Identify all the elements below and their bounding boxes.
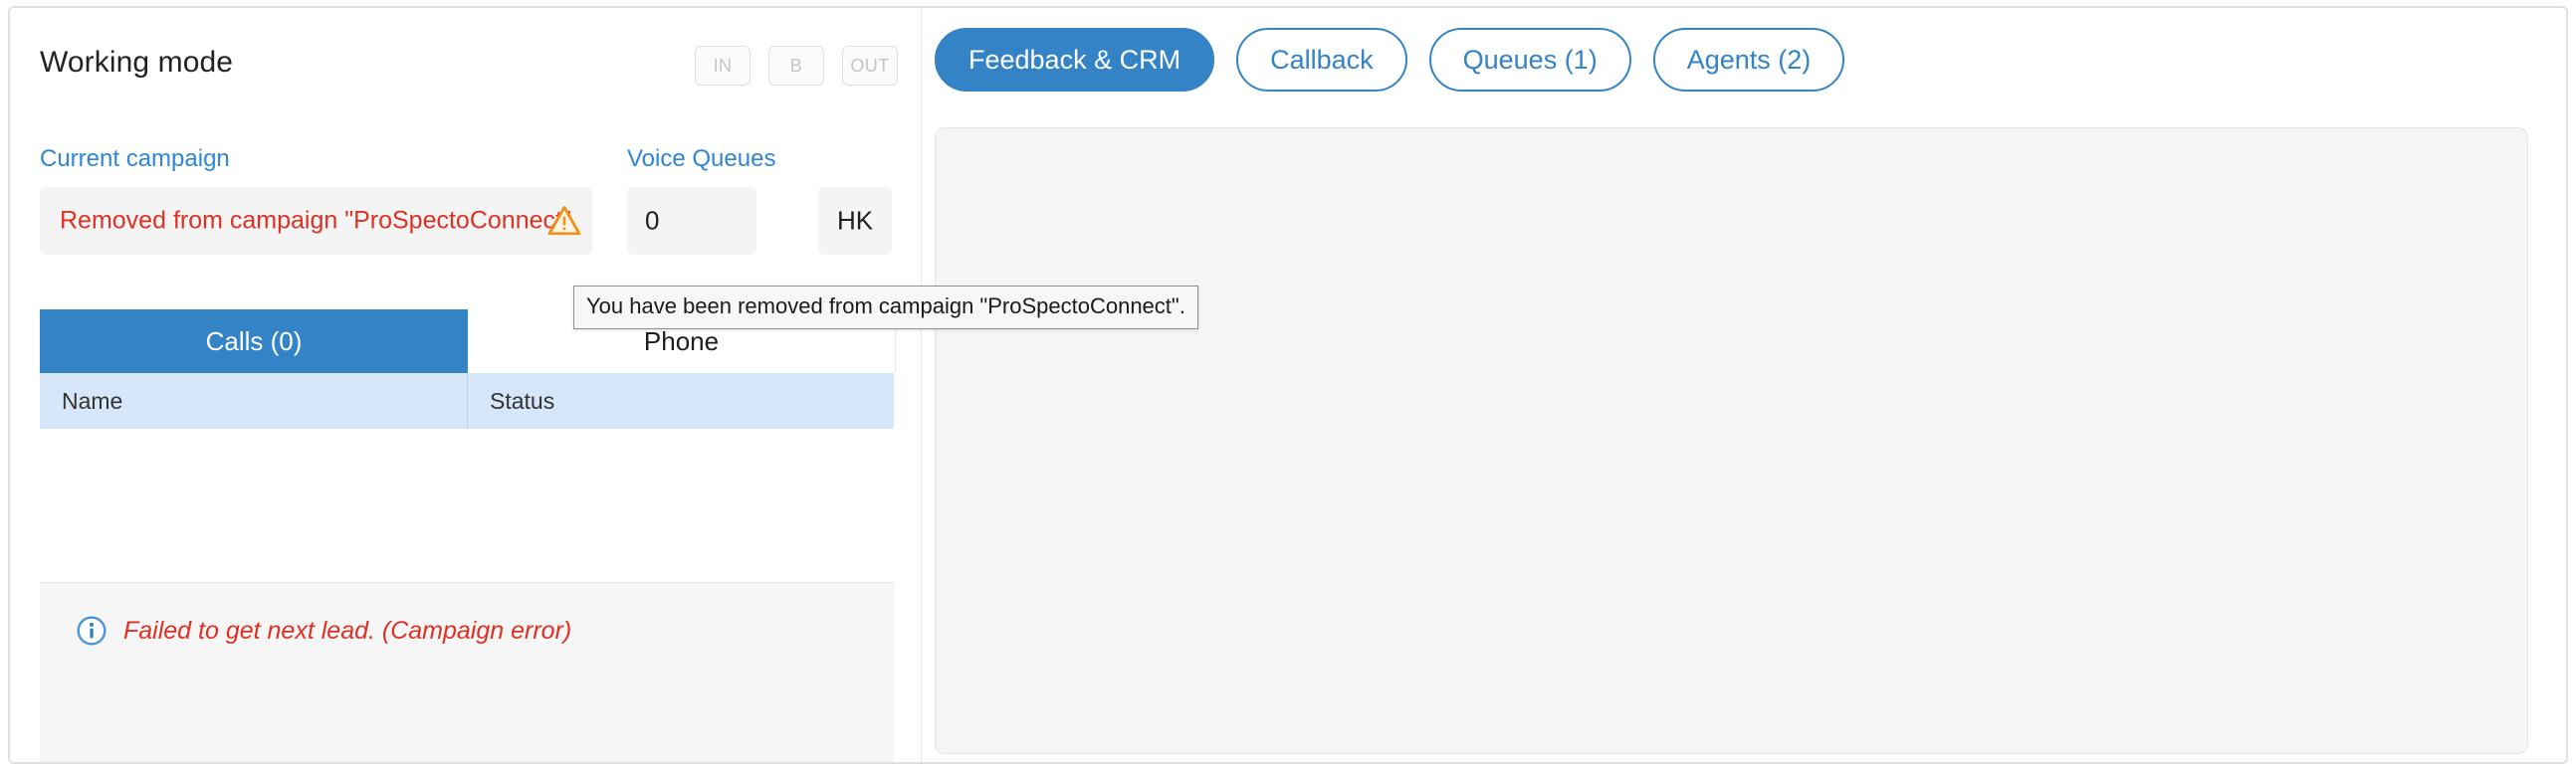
tab-feedback-crm[interactable]: Feedback & CRM — [935, 28, 1215, 92]
tab-queues[interactable]: Queues (1) — [1428, 28, 1631, 92]
lead-error-text: Failed to get next lead. (Campaign error… — [123, 616, 572, 645]
left-panel: Working mode IN B OUT Current campaign R… — [10, 8, 921, 762]
tab-agents[interactable]: Agents (2) — [1652, 28, 1845, 92]
voice-queues-label: Voice Queues — [627, 145, 776, 172]
calls-card: Calls (0) Phone Name Status Failed to ge… — [40, 309, 896, 762]
working-mode-in-button[interactable]: IN — [695, 46, 751, 86]
campaign-removed-tooltip: You have been removed from campaign "Pro… — [573, 286, 1198, 329]
right-panel-content — [935, 127, 2528, 754]
right-tab-bar: Feedback & CRM Callback Queues (1) Agent… — [935, 28, 1845, 92]
app-window: Working mode IN B OUT Current campaign R… — [8, 6, 2568, 764]
tab-callback[interactable]: Callback — [1236, 28, 1407, 92]
working-mode-button-group: IN B OUT — [695, 46, 898, 86]
calls-table-body — [40, 429, 894, 583]
working-mode-out-button[interactable]: OUT — [842, 46, 898, 86]
tab-calls[interactable]: Calls (0) — [40, 309, 468, 373]
hk-field[interactable]: HK — [818, 187, 892, 255]
info-circle-icon — [77, 616, 107, 646]
voice-queues-value: 0 — [645, 205, 660, 236]
column-header-name: Name — [40, 373, 468, 429]
current-campaign-label: Current campaign — [40, 145, 230, 172]
voice-queues-field[interactable]: 0 — [627, 187, 756, 255]
working-mode-row: Working mode IN B OUT — [32, 40, 898, 92]
hk-value: HK — [836, 205, 874, 236]
working-mode-b-button[interactable]: B — [768, 46, 824, 86]
warning-triangle-icon[interactable] — [546, 203, 582, 239]
page-title: Working mode — [40, 46, 234, 79]
current-campaign-field[interactable]: Removed from campaign "ProSpectoConnect"… — [40, 187, 592, 255]
calls-footer: Failed to get next lead. (Campaign error… — [40, 583, 894, 762]
current-campaign-value: Removed from campaign "ProSpectoConnect"… — [60, 206, 577, 235]
right-panel: Feedback & CRM Callback Queues (1) Agent… — [922, 8, 2566, 762]
calls-table-header: Name Status — [40, 373, 894, 429]
lead-error-message: Failed to get next lead. (Campaign error… — [76, 615, 571, 647]
column-header-status: Status — [490, 387, 555, 414]
